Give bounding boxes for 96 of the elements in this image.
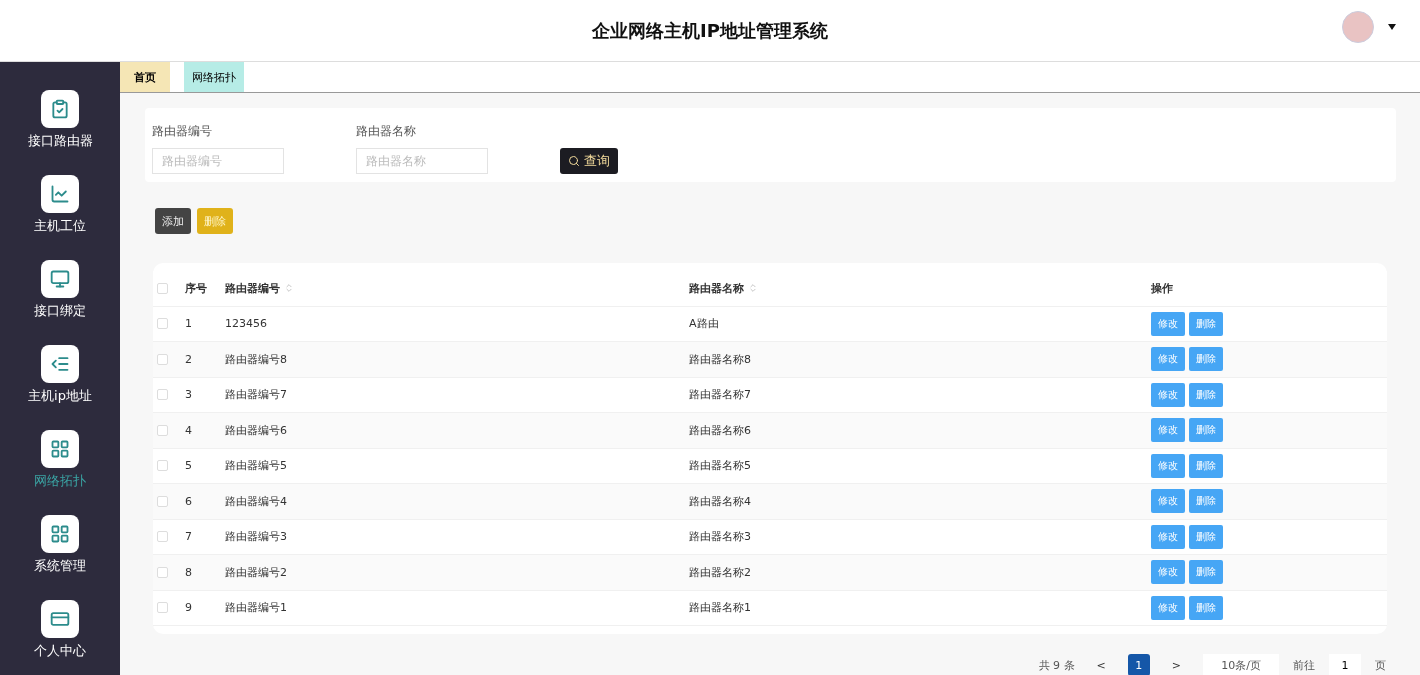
checkbox[interactable] bbox=[157, 602, 168, 614]
goto-label: 前往 bbox=[1293, 657, 1315, 673]
table-cell-text: 6 bbox=[185, 494, 193, 508]
page-input[interactable]: 1 bbox=[1329, 654, 1361, 675]
table-cell-text: 8 bbox=[185, 565, 193, 579]
column-header: 序号 bbox=[185, 280, 208, 296]
total-count: 共 9 条 bbox=[1038, 657, 1075, 673]
table-cell-text: 路由器名称6 bbox=[689, 422, 752, 438]
column-header: 操作 bbox=[1151, 280, 1174, 296]
page-size-select[interactable]: 10条/页 bbox=[1203, 654, 1279, 675]
search-button[interactable]: 查询 bbox=[560, 148, 618, 174]
field-label: 路由器编号 bbox=[152, 123, 213, 140]
checkbox[interactable] bbox=[157, 318, 168, 330]
checkbox[interactable] bbox=[157, 460, 168, 472]
sidebar-item[interactable]: 接口绑定 bbox=[34, 302, 86, 320]
list-icon[interactable] bbox=[41, 345, 79, 383]
sidebar-item[interactable]: 主机工位 bbox=[34, 217, 86, 235]
table-cell-text: 路由器编号3 bbox=[225, 529, 288, 545]
prev-page-button[interactable]: < bbox=[1088, 658, 1114, 672]
checkbox[interactable] bbox=[157, 424, 168, 436]
sort-icon[interactable] bbox=[284, 283, 294, 294]
sidebar-item[interactable]: 接口路由器 bbox=[27, 132, 93, 150]
edit-button[interactable]: 修改 bbox=[1151, 489, 1185, 514]
edit-button[interactable]: 修改 bbox=[1151, 595, 1185, 620]
table-cell-text: 3 bbox=[185, 388, 193, 402]
page-suffix: 页 bbox=[1375, 657, 1386, 673]
table-cell-text: 路由器名称8 bbox=[689, 351, 752, 367]
app-title: 企业网络主机IP地址管理系统 bbox=[592, 18, 828, 43]
delete-button[interactable]: 删除 bbox=[1189, 382, 1223, 407]
user-avatar[interactable] bbox=[1342, 11, 1374, 43]
table-cell-text: 5 bbox=[185, 459, 193, 473]
monitor-icon[interactable] bbox=[41, 260, 79, 298]
sidebar-item[interactable]: 系统管理 bbox=[34, 557, 86, 575]
card-icon[interactable] bbox=[41, 600, 79, 638]
delete-button[interactable]: 删除 bbox=[1189, 347, 1223, 372]
table-cell-text: 路由器编号5 bbox=[225, 458, 288, 474]
sort-icon[interactable] bbox=[748, 283, 758, 294]
edit-button[interactable]: 修改 bbox=[1151, 453, 1185, 478]
table-cell-text: A路由 bbox=[689, 316, 720, 332]
clipboard-check-icon[interactable] bbox=[41, 90, 79, 128]
table-cell-text: 路由器编号4 bbox=[225, 493, 288, 509]
delete-button[interactable]: 删除 bbox=[1189, 453, 1223, 478]
table-cell-text: 路由器编号7 bbox=[225, 387, 288, 403]
checkbox[interactable] bbox=[157, 282, 168, 294]
sidebar-item[interactable]: 主机ip地址 bbox=[28, 387, 92, 405]
checkbox[interactable] bbox=[157, 353, 168, 365]
table-cell-text: 123456 bbox=[225, 317, 268, 331]
tab[interactable]: 网络拓扑 bbox=[184, 62, 244, 92]
table-cell-text: 2 bbox=[185, 352, 193, 366]
column-header[interactable]: 路由器编号 bbox=[225, 280, 689, 296]
checkbox[interactable] bbox=[157, 566, 168, 578]
input-field[interactable]: 路由器名称 bbox=[356, 148, 488, 174]
next-page-button[interactable]: > bbox=[1163, 658, 1189, 672]
edit-button[interactable]: 修改 bbox=[1151, 347, 1185, 372]
table-cell-text: 路由器名称7 bbox=[689, 387, 752, 403]
checkbox[interactable] bbox=[157, 531, 168, 543]
grid-icon[interactable] bbox=[41, 515, 79, 553]
caret-icon[interactable] bbox=[1388, 24, 1396, 30]
table-cell-text: 1 bbox=[185, 317, 193, 331]
field-label: 路由器名称 bbox=[356, 123, 417, 140]
delete-button[interactable]: 删除 bbox=[1189, 560, 1223, 585]
edit-button[interactable]: 修改 bbox=[1151, 524, 1185, 549]
column-header[interactable]: 路由器名称 bbox=[689, 280, 1151, 296]
delete-button[interactable]: 删除 bbox=[1189, 524, 1223, 549]
page-button[interactable]: 1 bbox=[1127, 654, 1150, 675]
delete-button[interactable]: 删除 bbox=[1189, 489, 1223, 514]
search-icon bbox=[568, 155, 580, 167]
table-cell-text: 路由器编号6 bbox=[225, 422, 288, 438]
table-cell-text: 4 bbox=[185, 423, 193, 437]
table-cell-text: 路由器名称1 bbox=[689, 600, 752, 616]
edit-button[interactable]: 修改 bbox=[1151, 560, 1185, 585]
tab[interactable]: 首页 bbox=[120, 62, 170, 92]
input-field[interactable]: 路由器编号 bbox=[152, 148, 284, 174]
edit-button[interactable]: 修改 bbox=[1151, 418, 1185, 443]
table-cell-text: 路由器编号2 bbox=[225, 564, 288, 580]
table-cell-text: 路由器编号1 bbox=[225, 600, 288, 616]
checkbox[interactable] bbox=[157, 495, 168, 507]
add-button[interactable]: 添加 bbox=[155, 208, 191, 234]
table-cell-text: 路由器名称3 bbox=[689, 529, 752, 545]
delete-button[interactable]: 删除 bbox=[1189, 311, 1223, 336]
table-cell-text: 路由器编号8 bbox=[225, 351, 288, 367]
sidebar-item[interactable]: 个人中心 bbox=[34, 642, 86, 660]
table-cell-text: 路由器名称4 bbox=[689, 493, 752, 509]
edit-button[interactable]: 修改 bbox=[1151, 382, 1185, 407]
table-cell-text: 7 bbox=[185, 530, 193, 544]
delete-button[interactable]: 删除 bbox=[1189, 418, 1223, 443]
sidebar-item[interactable]: 网络拓扑 bbox=[34, 472, 86, 490]
table-cell-text: 路由器名称5 bbox=[689, 458, 752, 474]
chart-icon[interactable] bbox=[41, 175, 79, 213]
delete-button[interactable]: 删除 bbox=[1189, 595, 1223, 620]
checkbox[interactable] bbox=[157, 389, 168, 401]
edit-button[interactable]: 修改 bbox=[1151, 311, 1185, 336]
table-cell-text: 路由器名称2 bbox=[689, 564, 752, 580]
table-cell-text: 9 bbox=[185, 601, 193, 615]
delete-button[interactable]: 删除 bbox=[197, 208, 233, 234]
grid-icon[interactable] bbox=[41, 430, 79, 468]
